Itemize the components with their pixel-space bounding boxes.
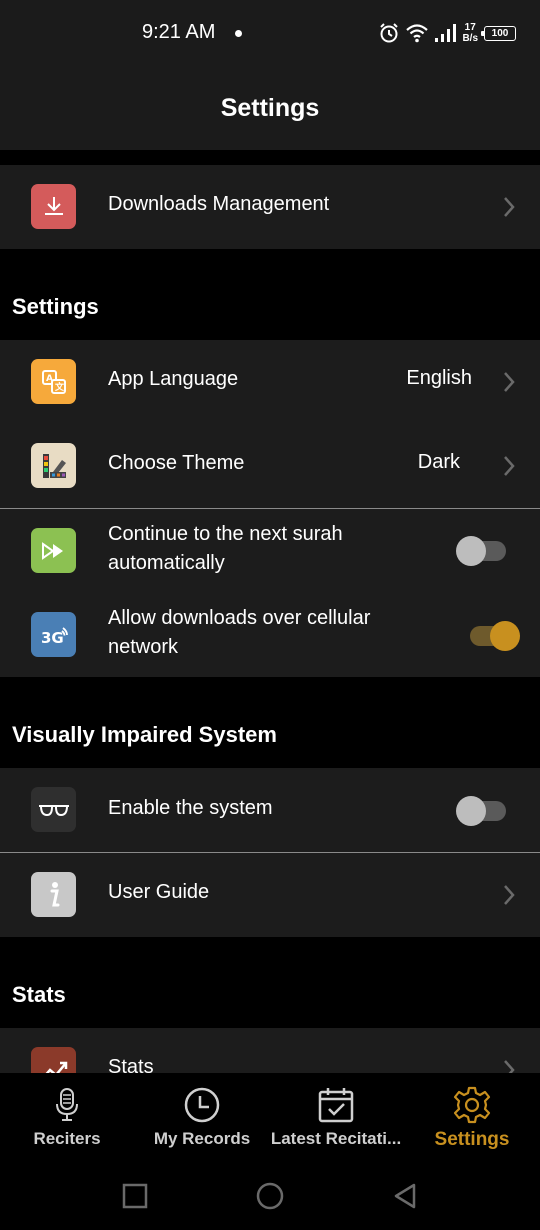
- alarm-icon: [380, 23, 399, 43]
- nav-tab-latest-recitations[interactable]: Latest Recitati...: [268, 1073, 404, 1163]
- notification-dot: [235, 30, 242, 37]
- calendar-check-icon: [316, 1085, 356, 1125]
- net-speed-value: 17: [464, 22, 476, 33]
- toggle-knob: [456, 796, 486, 826]
- app-language-value: English: [406, 367, 472, 389]
- triangle-back-icon: [394, 1183, 416, 1209]
- enable-system-label: Enable the system: [108, 797, 273, 819]
- glasses-icon: [31, 787, 76, 832]
- visually-impaired-group: Enable the system User Guide: [0, 768, 540, 937]
- cellular-label-line2: network: [108, 636, 179, 658]
- nav-label-my-records: My Records: [153, 1129, 251, 1148]
- circle-icon: [256, 1182, 284, 1210]
- chevron-right-icon: [504, 197, 515, 217]
- battery-level: 100: [491, 27, 509, 39]
- cellular-toggle[interactable]: [470, 621, 520, 651]
- signal-icon: [435, 24, 457, 42]
- stats-label: Stats: [108, 1056, 154, 1073]
- nav-label-reciters: Reciters: [33, 1129, 101, 1148]
- app-language-label: App Language: [108, 368, 239, 390]
- app-language-item[interactable]: A 文 App Language English: [0, 340, 540, 424]
- svg-text:文: 文: [54, 381, 65, 393]
- clock-icon: [182, 1085, 222, 1125]
- microphone-icon: [47, 1085, 87, 1125]
- status-bar: 9:21 AM 17 B/s 100: [0, 0, 540, 66]
- battery-icon: 100: [481, 25, 516, 41]
- status-time: 9:21 AM: [142, 21, 216, 43]
- page-title: Settings: [220, 93, 320, 122]
- chevron-right-icon: [504, 885, 515, 905]
- continue-next-label-line1: Continue to the next surah: [108, 523, 343, 545]
- choose-theme-item[interactable]: Choose Theme Dark: [0, 424, 540, 508]
- user-guide-label: User Guide: [108, 881, 210, 903]
- continue-next-label-line2: automatically: [108, 552, 225, 574]
- enable-system-toggle[interactable]: [456, 796, 506, 826]
- fast-forward-icon: [31, 528, 76, 573]
- section-title-stats: Stats: [12, 982, 66, 1007]
- status-icons: 17 B/s 100: [378, 20, 516, 46]
- cellular-label-line1: Allow downloads over cellular: [108, 607, 371, 629]
- net-speed-unit: B/s: [462, 33, 478, 44]
- chevron-right-icon: [504, 372, 515, 392]
- chevron-right-icon: [504, 1060, 515, 1073]
- toggle-knob: [456, 536, 486, 566]
- nav-tab-reciters[interactable]: Reciters: [22, 1073, 112, 1163]
- choose-theme-value: Dark: [417, 451, 460, 473]
- app-header: Settings: [0, 66, 540, 150]
- nav-label-settings: Settings: [434, 1129, 510, 1150]
- net-speed: 17 B/s: [462, 22, 478, 44]
- chevron-right-icon: [504, 456, 515, 476]
- language-icon: A 文: [31, 359, 76, 404]
- settings-group: A 文 App Language English Choose Theme Da…: [0, 340, 540, 677]
- wifi-icon: [406, 24, 429, 43]
- 3g-icon: 3G: [31, 612, 76, 657]
- stats-item[interactable]: Stats: [0, 1028, 540, 1073]
- palette-icon: [31, 443, 76, 488]
- home-button[interactable]: [255, 1181, 285, 1211]
- section-title-settings: Settings: [12, 294, 99, 319]
- downloads-label: Downloads Management: [108, 193, 330, 215]
- chart-icon: [31, 1047, 76, 1073]
- svg-text:3G: 3G: [41, 629, 64, 647]
- recents-button[interactable]: [120, 1181, 150, 1211]
- nav-label-latest-recitations: Latest Recitati...: [270, 1129, 402, 1148]
- back-button[interactable]: [390, 1181, 420, 1211]
- download-icon: [31, 184, 76, 229]
- choose-theme-label: Choose Theme: [108, 452, 245, 474]
- cellular-downloads-item[interactable]: 3G Allow downloads over cellular network: [0, 593, 540, 677]
- toggle-knob: [490, 621, 520, 651]
- section-title-visually-impaired: Visually Impaired System: [12, 722, 277, 747]
- user-guide-item[interactable]: User Guide: [0, 853, 540, 937]
- continue-next-surah-item[interactable]: Continue to the next surah automatically: [0, 509, 540, 593]
- bottom-navigation: Reciters My Records Latest Recitati... S…: [0, 1073, 540, 1163]
- downloads-management-item[interactable]: Downloads Management: [0, 165, 540, 249]
- nav-tab-my-records[interactable]: My Records: [152, 1073, 252, 1163]
- info-icon: [31, 872, 76, 917]
- continue-next-toggle[interactable]: [456, 536, 506, 566]
- nav-tab-settings[interactable]: Settings: [427, 1073, 517, 1163]
- enable-system-item[interactable]: Enable the system: [0, 768, 540, 852]
- gear-icon: [452, 1085, 492, 1125]
- square-icon: [122, 1183, 148, 1209]
- svg-text:A: A: [46, 374, 53, 384]
- system-navigation-bar: [0, 1163, 540, 1230]
